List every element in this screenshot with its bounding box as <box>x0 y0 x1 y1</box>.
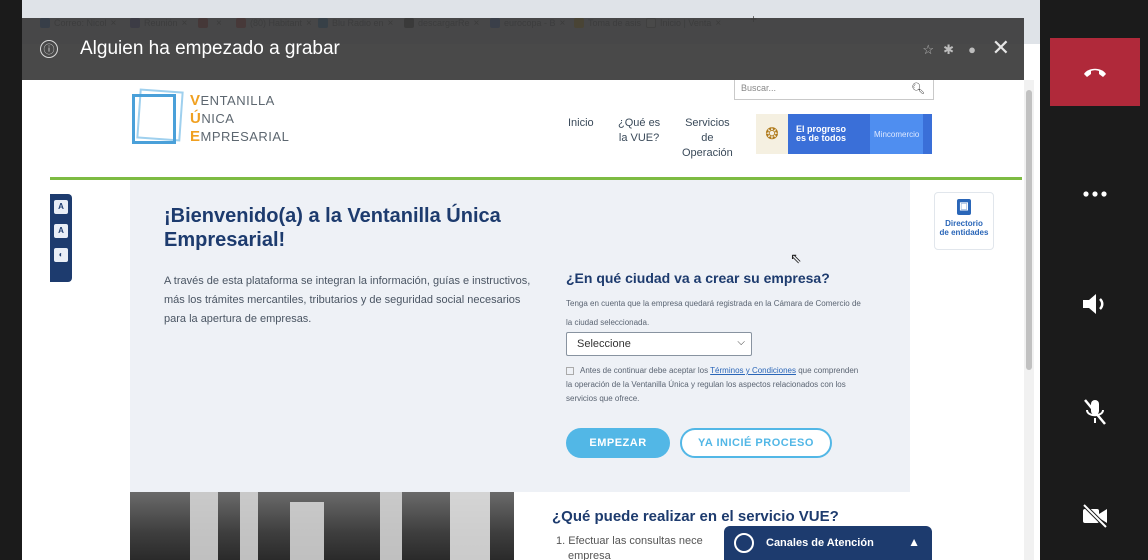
hero-title: ¡Bienvenido(a) a la Ventanilla Única Emp… <box>164 205 501 251</box>
search-input[interactable]: Buscar... 🔍︎ <box>734 80 934 100</box>
accessibility-toolbar: A A ◐ <box>50 194 72 282</box>
page-scrollbar[interactable] <box>1024 80 1034 560</box>
camera-off-icon <box>1082 503 1108 529</box>
hangup-button[interactable] <box>1050 38 1140 106</box>
terms-checkbox-row[interactable]: Antes de continuar debe aceptar los Térm… <box>566 364 866 406</box>
directorio-label: Directorio de entidades <box>939 219 989 237</box>
nav-que-es[interactable]: ¿Qué es la VUE? <box>618 116 660 146</box>
microphone-button[interactable] <box>1050 378 1140 446</box>
mouse-cursor-icon: ⇖ <box>790 250 802 266</box>
star-icon[interactable]: ☆ <box>922 42 934 58</box>
hero-photo <box>130 492 514 560</box>
screenshot: Correo: Nicol×Reunión××(80) Habitant×Blu… <box>0 0 1148 560</box>
city-select[interactable]: Seleccione ⌵ <box>566 332 752 356</box>
empezar-button[interactable]: EMPEZAR <box>566 428 670 458</box>
colombia-shield-icon: ❂ <box>756 114 788 154</box>
speaker-icon <box>1083 294 1104 314</box>
gov-ministry: Mincomercio <box>870 114 924 154</box>
speaker-button[interactable] <box>1050 270 1140 338</box>
services-title: ¿Qué puede realizar en el servicio VUE? <box>552 508 839 525</box>
ya-inicie-button[interactable]: YA INICIÉ PROCESO <box>680 428 832 458</box>
camera-button[interactable] <box>1050 482 1140 550</box>
chevron-down-icon: ⌵ <box>737 337 745 348</box>
recording-banner: ⓘ Alguien ha empezado a grabar ☆ ✱ ● ✕ <box>22 18 1024 80</box>
gov-banner[interactable]: ❂ El progreso es de todos Mincomercio <box>756 114 932 154</box>
info-icon: ⓘ <box>40 40 58 58</box>
more-options-button[interactable] <box>1050 160 1140 228</box>
canales-label: Canales de Atención <box>766 537 874 549</box>
shared-screen: Correo: Nicol×Reunión××(80) Habitant×Blu… <box>22 0 1040 560</box>
contrast-icon[interactable]: ◐ <box>54 248 68 262</box>
call-controls <box>1040 0 1148 560</box>
decrease-font-icon[interactable]: A <box>54 224 68 238</box>
profile-icon[interactable]: ● <box>968 42 976 57</box>
terms-checkbox[interactable] <box>566 366 574 375</box>
recording-message: Alguien ha empezado a grabar <box>80 38 340 59</box>
hero-intro: A través de esta plataforma se integran … <box>164 275 531 325</box>
city-hint: Tenga en cuenta que la empresa quedará r… <box>566 299 861 327</box>
hero-section: ¡Bienvenido(a) a la Ventanilla Única Emp… <box>130 180 910 492</box>
chevron-up-icon[interactable]: ▲ <box>908 535 920 549</box>
close-icon[interactable]: ✕ <box>992 37 1010 59</box>
gov-slogan: El progreso es de todos <box>796 124 847 143</box>
site-header: VENTANILLA ÚNICA EMPRESARIAL Buscar... 🔍… <box>50 80 1022 180</box>
directory-icon: ▣ <box>957 199 971 215</box>
increase-font-icon[interactable]: A <box>54 200 68 214</box>
headset-icon <box>734 533 754 553</box>
canales-atencion-bar[interactable]: Canales de Atención ▲ <box>724 526 932 560</box>
vue-logo-icon[interactable] <box>132 88 184 146</box>
extensions-icon[interactable]: ✱ <box>943 42 954 58</box>
search-icon[interactable]: 🔍︎ <box>911 82 925 95</box>
vue-logo-text[interactable]: VENTANILLA ÚNICA EMPRESARIAL <box>190 92 289 146</box>
nav-servicios[interactable]: Servicios de Operación <box>682 116 733 161</box>
more-icon <box>1083 191 1107 197</box>
directorio-button[interactable]: ▣ Directorio de entidades <box>934 192 994 250</box>
terms-link[interactable]: Términos y Condiciones <box>710 366 796 375</box>
phone-hangup-icon <box>1084 68 1106 77</box>
microphone-off-icon <box>1084 399 1106 425</box>
city-question: ¿En qué ciudad va a crear su empresa? <box>566 270 830 286</box>
nav-inicio[interactable]: Inicio <box>568 116 594 131</box>
